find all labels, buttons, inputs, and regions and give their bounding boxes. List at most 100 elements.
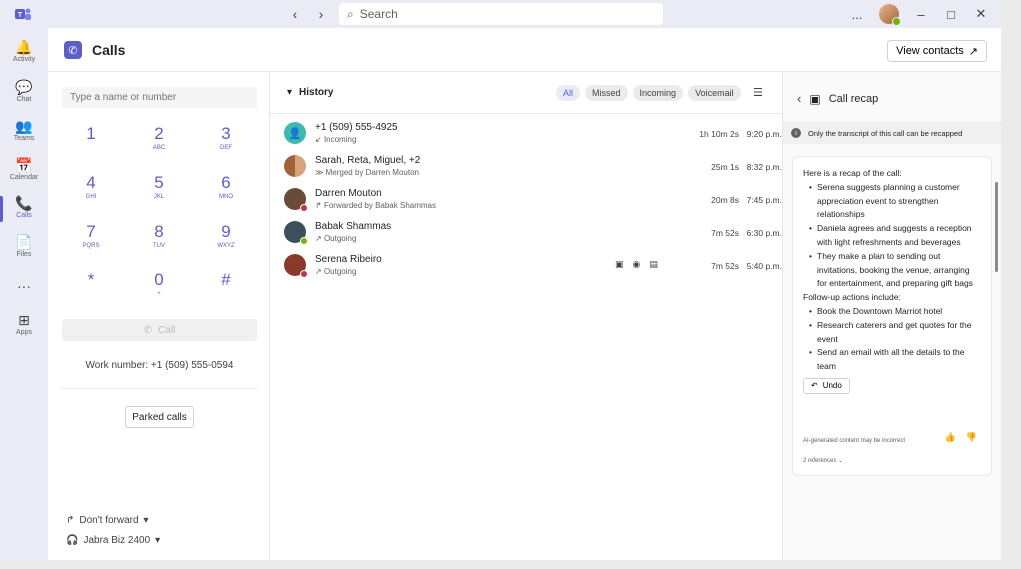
view-contacts-button[interactable]: View contacts ↗ xyxy=(887,40,987,62)
chevron-down-icon: ▾ xyxy=(155,535,161,546)
key-digit: 0 xyxy=(154,270,164,289)
call-type: ≫ Merged by Darren Mouton xyxy=(315,168,419,177)
filter-chip-missed[interactable]: Missed xyxy=(585,85,628,101)
recap-points: Serena suggests planning a customer appr… xyxy=(803,181,981,291)
rail-item-files[interactable]: 📄 Files xyxy=(0,233,48,258)
forward-arrow-icon[interactable]: › xyxy=(312,5,330,23)
minimize-button[interactable]: – xyxy=(913,7,929,22)
search-input[interactable]: ⌕ Search xyxy=(339,3,663,25)
dial-key-5[interactable]: 5 JKL xyxy=(134,173,184,201)
followup-item: Send an email with all the details to th… xyxy=(809,346,981,374)
dial-number-input[interactable] xyxy=(62,87,257,108)
call-duration: 7m 52s xyxy=(711,228,739,238)
thumbs-up-icon[interactable]: 👍 xyxy=(945,431,956,445)
view-contacts-label: View contacts xyxy=(896,45,964,57)
call-type-label: Incoming xyxy=(323,135,357,144)
history-title: History xyxy=(299,87,334,98)
followup-list: Book the Downtown Marriot hotel Research… xyxy=(803,305,981,374)
back-arrow-icon[interactable]: ‹ xyxy=(797,91,801,106)
rail-item-chat[interactable]: 💬 Chat xyxy=(0,78,48,103)
key-digit: 1 xyxy=(86,124,96,143)
call-type-label: Merged by Darren Mouton xyxy=(325,168,419,177)
references-toggle[interactable]: 2 references ⌄ xyxy=(803,455,843,469)
back-arrow-icon[interactable]: ‹ xyxy=(286,5,304,23)
parked-calls-button[interactable]: Parked calls xyxy=(125,406,194,428)
rail-label: Teams xyxy=(13,135,35,142)
chevron-down-icon: ⌄ xyxy=(838,458,844,464)
rail-item-activity[interactable]: 🔔 Activity xyxy=(0,38,48,63)
key-letters: JKL xyxy=(153,194,165,200)
history-row[interactable]: Darren Mouton ↱ Forwarded by Babak Shamm… xyxy=(270,183,782,216)
recording-icon[interactable]: ◉ xyxy=(633,259,641,270)
calendar-icon: 📅 xyxy=(15,157,33,173)
close-button[interactable]: ✕ xyxy=(973,6,989,22)
call-history-panel: ▾ History All Missed Incoming Voicemail … xyxy=(270,72,782,560)
window-controls: ... – □ ✕ xyxy=(849,4,989,26)
maximize-button[interactable]: □ xyxy=(943,7,959,22)
search-icon: ⌕ xyxy=(347,6,354,21)
bell-icon: 🔔 xyxy=(15,39,33,55)
call-button-label: Call xyxy=(158,324,176,336)
dial-key-2[interactable]: 2 ABC xyxy=(134,124,184,152)
dial-key-9[interactable]: 9 WXYZ xyxy=(201,222,251,250)
feedback-buttons: 👍 👎 xyxy=(945,431,977,445)
history-row[interactable]: Sarah, Reta, Miguel, +2 ≫ Merged by Darr… xyxy=(270,150,782,183)
dial-key-4[interactable]: 4 GHI xyxy=(66,173,116,201)
contact-icon: 👤 xyxy=(284,122,306,144)
dial-key-3[interactable]: 3 DEF xyxy=(201,124,251,152)
rail-item-teams[interactable]: 👥 Teams xyxy=(0,117,48,142)
call-time: 9:20 p.m. xyxy=(746,129,782,139)
forward-icon: ↱ xyxy=(66,515,75,526)
key-digit: 9 xyxy=(221,222,231,241)
open-external-icon: ↗ xyxy=(968,45,978,58)
filter-icon[interactable]: ☰ xyxy=(753,86,763,99)
history-row[interactable]: 👤 +1 (509) 555-4925 ↙ Incoming 1h 10m 2s… xyxy=(270,117,782,150)
history-row[interactable]: Serena Ribeiro ↗ Outgoing ▣ ◉ ▤ 7m 52s 5… xyxy=(270,249,782,282)
merge-icon: ≫ xyxy=(315,168,326,177)
followup-item: Research caterers and get quotes for the… xyxy=(809,319,981,347)
rail-item-apps[interactable]: ⊞ Apps xyxy=(0,311,48,336)
recap-point: Serena suggests planning a customer appr… xyxy=(809,181,981,222)
audio-device-dropdown[interactable]: 🎧 Jabra Biz 2400 ▾ xyxy=(66,535,160,546)
filter-chip-all[interactable]: All xyxy=(556,85,581,101)
forward-settings-dropdown[interactable]: ↱ Don't forward ▾ xyxy=(66,515,149,526)
filter-chip-voicemail[interactable]: Voicemail xyxy=(688,85,741,101)
key-letters: DEF xyxy=(220,145,232,151)
key-letters: MNO xyxy=(219,194,233,200)
dialer-panel: 1 2 ABC 3 DEF 4 GHI 5 JKL 6 MNO 7 PQRS 8 TUV 9 W… xyxy=(48,72,270,560)
key-digit: # xyxy=(221,270,231,289)
dial-key-0[interactable]: 0 + xyxy=(134,270,184,298)
transcript-icon[interactable]: ▤ xyxy=(649,259,658,270)
busy-status-icon xyxy=(300,270,308,278)
call-button[interactable]: ✆ Call xyxy=(62,319,257,341)
recap-scrollbar[interactable] xyxy=(995,182,998,272)
recap-icon: ▣ xyxy=(809,91,821,106)
call-duration: 20m 8s xyxy=(711,195,739,205)
rail-item-calls[interactable]: 📞 Calls xyxy=(0,194,48,222)
user-avatar[interactable] xyxy=(879,4,901,26)
outgoing-call-icon: ↗ xyxy=(315,234,324,243)
incoming-call-icon: ↙ xyxy=(315,135,324,144)
undo-button[interactable]: ↶ Undo xyxy=(803,377,850,394)
dial-key-1[interactable]: 1 xyxy=(66,124,116,144)
dial-key-star[interactable]: * xyxy=(66,270,116,290)
teams-logo-icon[interactable]: T xyxy=(14,6,32,22)
followup-title: Follow-up actions include: xyxy=(803,292,901,303)
thumbs-down-icon[interactable]: 👎 xyxy=(966,431,977,445)
dial-key-8[interactable]: 8 TUV xyxy=(134,222,184,250)
rail-item-calendar[interactable]: 📅 Calendar xyxy=(0,156,48,181)
history-row[interactable]: Babak Shammas ↗ Outgoing 7m 52s 6:30 p.m… xyxy=(270,216,782,249)
dial-key-hash[interactable]: # xyxy=(201,270,251,290)
caller-name: Babak Shammas xyxy=(315,221,392,232)
caller-name: Sarah, Reta, Miguel, +2 xyxy=(315,155,421,166)
recap-icon[interactable]: ▣ xyxy=(615,259,624,270)
filter-chip-incoming[interactable]: Incoming xyxy=(632,85,684,101)
dial-key-7[interactable]: 7 PQRS xyxy=(66,222,116,250)
dial-key-6[interactable]: 6 MNO xyxy=(201,173,251,201)
key-letters: WXYZ xyxy=(217,243,235,249)
history-toggle[interactable]: ▾ History xyxy=(287,87,333,98)
main-content: ✆ Calls View contacts ↗ 1 2 ABC 3 DEF 4 GHI… xyxy=(48,28,1001,560)
rail-item-more[interactable]: ··· xyxy=(0,277,48,295)
call-type: ↗ Outgoing xyxy=(315,267,356,276)
more-options-button[interactable]: ... xyxy=(849,7,865,22)
